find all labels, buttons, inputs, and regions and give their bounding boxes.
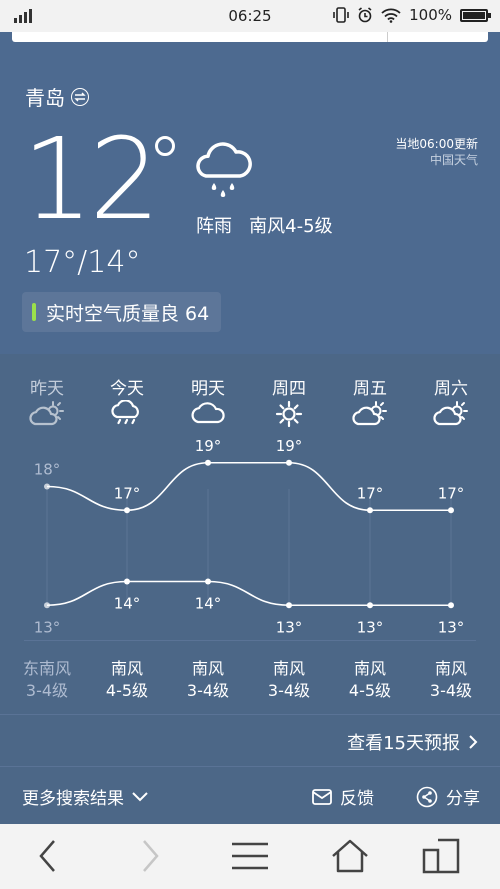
feedback-button[interactable]: 反馈	[312, 784, 374, 809]
high-temp-label: 17°	[357, 484, 384, 502]
high-temp-label: 18°	[34, 461, 61, 479]
low-temp-point	[448, 602, 454, 609]
forecast-wind: 南风 4-5级	[330, 658, 410, 702]
alarm-icon	[358, 7, 372, 23]
high-temp-label: 17°	[114, 484, 141, 502]
shower-rain-icon	[196, 142, 252, 197]
divider	[24, 640, 476, 641]
current-weather-panel: 青岛 当地06:00更新 中国天气 12 阵雨 南风4-5级 17°/14° 实…	[0, 42, 500, 354]
wind-level: 3-4级	[25, 681, 69, 700]
battery-icon	[460, 8, 491, 22]
wind-direction: 南风	[434, 659, 467, 678]
wind-level: 3-4级	[267, 681, 311, 700]
aqi-level-bar	[32, 303, 36, 321]
more-results-label: 更多搜索结果	[22, 789, 124, 809]
high-temp-point	[367, 507, 373, 514]
forecast-wind: 南风 3-4级	[411, 658, 491, 702]
vibrate-icon	[333, 7, 349, 23]
wind-direction: 南风	[272, 659, 305, 678]
wind-direction: 南风	[191, 659, 224, 678]
high-temp-point	[44, 483, 50, 490]
high-temp-point	[124, 507, 130, 514]
low-temp-point	[205, 578, 211, 585]
forecast-wind: 南风 4-5级	[87, 658, 167, 702]
view-15-day-label: 查看15天预报	[347, 733, 460, 754]
wind-direction: 东南风	[22, 659, 71, 678]
degree-symbol	[155, 136, 175, 156]
more-results-button[interactable]: 更多搜索结果	[22, 784, 148, 809]
view-15-day-link[interactable]: 查看15天预报	[347, 729, 478, 755]
temperature-chart: 18° 17° 19° 19° 17° 17° 13° 14° 14° 13° 13° 13°	[34, 437, 465, 637]
update-time: 当地06:00更新	[395, 137, 478, 151]
wind-direction: 南风	[353, 659, 386, 678]
wind-level: 4-5级	[348, 681, 392, 700]
share-button[interactable]: 分享	[416, 784, 480, 809]
current-temperature: 12	[22, 115, 161, 245]
low-temp-point	[286, 602, 292, 609]
condition-line: 阵雨 南风4-5级	[196, 212, 333, 238]
low-temp-point	[44, 602, 50, 609]
high-temp-label: 19°	[195, 437, 222, 455]
low-temp-point	[124, 578, 130, 585]
battery-text: 100%	[409, 6, 452, 24]
feedback-label: 反馈	[340, 789, 374, 809]
wind-direction: 南风	[110, 659, 143, 678]
data-source: 中国天气	[429, 153, 478, 167]
forecast-wind: 东南风 3-4级	[7, 658, 87, 702]
low-temp-label: 13°	[357, 618, 384, 636]
home-icon[interactable]	[330, 838, 370, 874]
forecast-15day-bar: 查看15天预报	[0, 714, 500, 767]
today-high-low: 17°/14°	[24, 245, 141, 280]
chevron-down-icon	[132, 791, 148, 801]
air-quality-text: 实时空气质量良 64	[46, 302, 210, 325]
wind-level: 4-5级	[105, 681, 149, 700]
low-temp-label: 13°	[276, 618, 303, 636]
high-temp-point	[448, 507, 454, 514]
share-label: 分享	[446, 789, 480, 809]
wind-text: 南风4-5级	[249, 216, 333, 237]
low-temp-label: 13°	[438, 618, 465, 636]
share-icon	[416, 786, 438, 807]
city-name: 青岛	[25, 86, 65, 110]
wifi-icon	[381, 8, 401, 23]
low-temp-line	[46, 580, 451, 607]
status-bar: 06:25 100%	[0, 0, 500, 32]
forecast-wind: 南风 3-4级	[168, 658, 248, 702]
browser-nav-bar	[0, 824, 500, 889]
tabs-icon[interactable]	[422, 838, 462, 874]
high-temp-label: 19°	[276, 437, 303, 455]
condition-text: 阵雨	[196, 216, 232, 237]
forecast-wind: 南风 3-4级	[249, 658, 329, 702]
low-temp-label: 14°	[114, 595, 141, 613]
low-temp-point	[367, 602, 373, 609]
high-temp-point	[205, 459, 211, 466]
back-icon[interactable]	[36, 838, 60, 874]
chevron-right-icon	[469, 735, 478, 749]
high-temp-point	[286, 459, 292, 466]
low-temp-label: 13°	[34, 618, 61, 636]
switch-city-icon[interactable]	[71, 87, 89, 106]
high-temp-label: 17°	[438, 484, 465, 502]
result-actions: 更多搜索结果 反馈 分享	[0, 766, 500, 825]
update-info: 当地06:00更新 中国天气	[395, 136, 478, 168]
wind-level: 3-4级	[429, 681, 473, 700]
mail-icon	[312, 788, 332, 805]
air-quality-badge[interactable]: 实时空气质量良 64	[22, 292, 222, 332]
search-box-edge[interactable]	[12, 32, 488, 42]
low-temp-label: 14°	[195, 595, 222, 613]
forecast-panel: 昨天 今天 明天 周四 周五 周六 18° 17° 19° 19° 17° 17° 13° 14° 14°…	[0, 354, 500, 714]
wind-level: 3-4级	[186, 681, 230, 700]
city-selector[interactable]: 青岛	[25, 82, 89, 111]
menu-icon[interactable]	[230, 838, 270, 874]
forward-icon[interactable]	[138, 838, 162, 874]
high-temp-line	[46, 461, 452, 512]
